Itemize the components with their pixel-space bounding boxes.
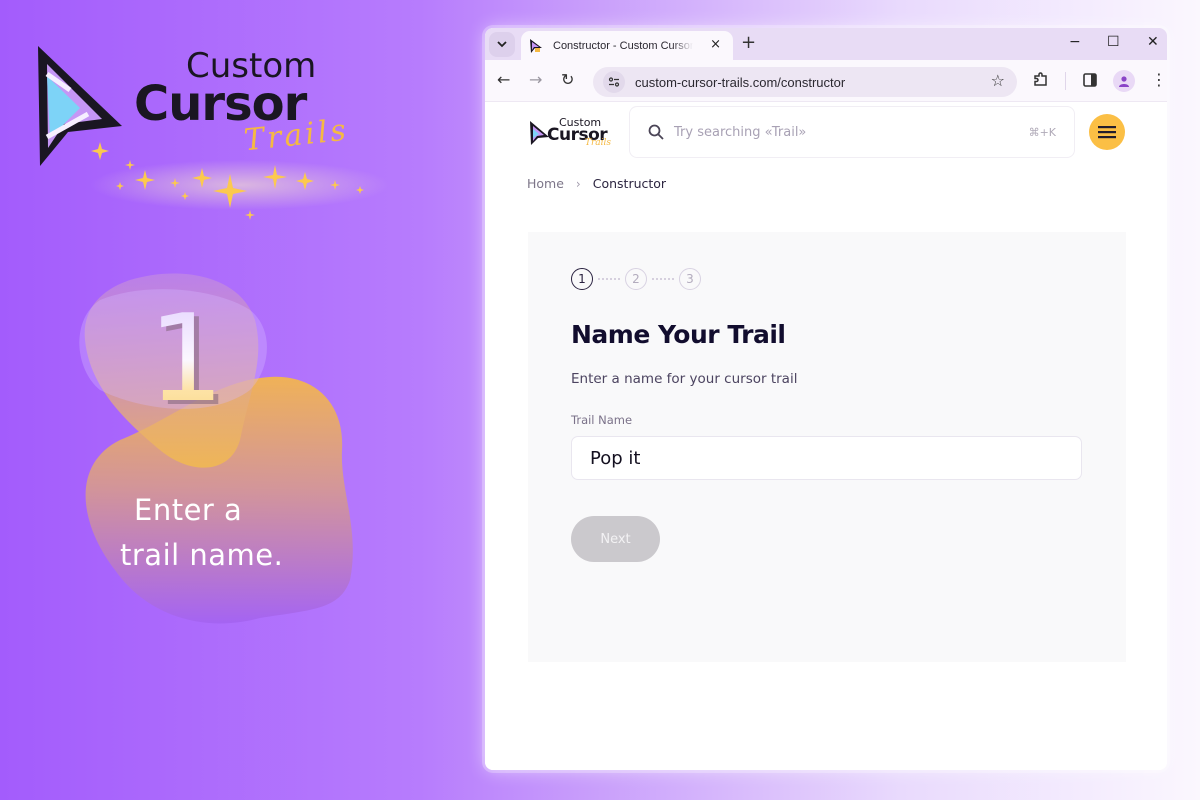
step-3: 3 xyxy=(679,268,701,290)
browser-toolbar: ← → ↻ custom-cursor-trails.com/construct… xyxy=(485,60,1167,102)
maximize-icon[interactable]: ☐ xyxy=(1107,35,1120,49)
brand-logo: Custom Cursor Trails xyxy=(30,40,390,220)
step-connector xyxy=(652,278,674,280)
site-settings-icon[interactable] xyxy=(603,71,625,93)
more-menu-icon[interactable]: ⋮ xyxy=(1151,71,1167,89)
toolbar-divider xyxy=(1065,72,1066,90)
search-icon xyxy=(648,124,664,140)
site-logo-trails: Trails xyxy=(585,138,612,148)
reload-icon[interactable]: ↻ xyxy=(561,72,574,88)
profile-avatar[interactable] xyxy=(1113,70,1135,92)
tab-strip: Constructor - Custom Cursor Trails × + −… xyxy=(485,28,1167,60)
web-page: Custom Cursor Trails Try searching «Trai… xyxy=(485,102,1167,770)
breadcrumb-current: Constructor xyxy=(592,176,667,191)
person-icon xyxy=(1119,76,1129,87)
breadcrumb: Home › Constructor xyxy=(527,176,666,191)
extensions-puzzle-icon[interactable] xyxy=(1033,72,1049,88)
next-button[interactable]: Next xyxy=(571,516,660,562)
new-tab-icon[interactable]: + xyxy=(741,34,756,52)
card-subtitle: Enter a name for your cursor trail xyxy=(571,371,798,387)
stepper: 1 2 3 xyxy=(571,268,701,290)
bookmark-star-icon[interactable]: ☆ xyxy=(991,73,1005,89)
step-number: 1 xyxy=(148,290,225,429)
promo-panel: Custom Cursor Trails 1 Enter a trail nam… xyxy=(0,0,470,800)
chevron-right-icon: › xyxy=(575,176,581,191)
minimize-icon[interactable]: − xyxy=(1069,35,1081,49)
step-2: 2 xyxy=(625,268,647,290)
tab-constructor[interactable]: Constructor - Custom Cursor Trails × xyxy=(521,31,733,60)
step-1: 1 xyxy=(571,268,593,290)
trail-name-input[interactable] xyxy=(571,436,1082,480)
breadcrumb-home[interactable]: Home xyxy=(527,176,564,191)
site-search-input[interactable]: Try searching «Trail» ⌘+K xyxy=(629,106,1075,158)
search-shortcut-hint: ⌘+K xyxy=(1028,126,1056,139)
caption-line-1: Enter a xyxy=(134,493,243,527)
tab-title: Constructor - Custom Cursor Trails xyxy=(553,39,693,52)
hamburger-menu-button[interactable] xyxy=(1089,114,1125,150)
url-text: custom-cursor-trails.com/constructor xyxy=(635,74,846,90)
tab-search-button[interactable] xyxy=(489,32,515,57)
chevron-down-icon xyxy=(497,41,507,48)
trail-name-label: Trail Name xyxy=(571,413,633,427)
caption-line-2: trail name. xyxy=(120,538,284,572)
browser-window: Constructor - Custom Cursor Trails × + −… xyxy=(485,28,1167,770)
tab-close-icon[interactable]: × xyxy=(710,38,721,52)
side-panel-icon[interactable] xyxy=(1083,73,1097,87)
cursor-favicon-icon xyxy=(530,38,542,53)
hamburger-icon xyxy=(1098,126,1116,139)
back-arrow-icon[interactable]: ← xyxy=(497,72,510,88)
window-close-icon[interactable]: ✕ xyxy=(1147,35,1159,49)
step-illustration: 1 Enter a trail name. xyxy=(60,260,380,660)
search-placeholder: Try searching «Trail» xyxy=(674,124,807,140)
step-caption: Enter a trail name. xyxy=(120,488,380,578)
step-connector xyxy=(598,278,620,280)
forward-arrow-icon[interactable]: → xyxy=(529,72,542,88)
site-logo[interactable]: Custom Cursor Trails xyxy=(529,116,615,148)
sparkles-icon xyxy=(90,142,390,220)
address-bar[interactable]: custom-cursor-trails.com/constructor ☆ xyxy=(593,67,1017,97)
site-header: Custom Cursor Trails Try searching «Trai… xyxy=(485,102,1167,166)
constructor-card: 1 2 3 Name Your Trail Enter a name for y… xyxy=(528,232,1126,662)
card-title: Name Your Trail xyxy=(571,320,786,349)
